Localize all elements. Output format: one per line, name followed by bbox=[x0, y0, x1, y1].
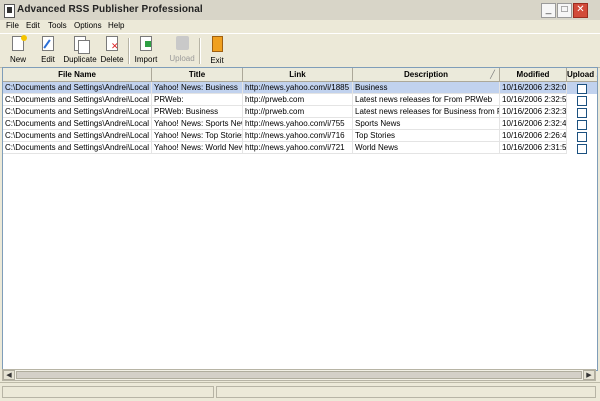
upload-button[interactable]: Upload bbox=[166, 36, 198, 66]
cell-modified: 10/16/2006 2:32:44 A bbox=[500, 118, 567, 130]
table-row[interactable]: C:\Documents and Settings\Andrei\Local S… bbox=[3, 94, 597, 106]
cell-title: Yahoo! News: Sports News bbox=[152, 118, 243, 130]
cell-link: http://news.yahoo.com/i/716 bbox=[243, 130, 353, 142]
cell-modified: 10/16/2006 2:26:46 A bbox=[500, 130, 567, 142]
cell-title: PRWeb: Business bbox=[152, 106, 243, 118]
cell-title: Yahoo! News: Top Stories bbox=[152, 130, 243, 142]
cell-link: http://prweb.com bbox=[243, 106, 353, 118]
menu-bar: File Edit Tools Options Help bbox=[0, 20, 600, 33]
maximize-button[interactable]: □ bbox=[557, 3, 572, 18]
app-icon bbox=[4, 4, 15, 18]
status-panel bbox=[216, 386, 596, 398]
new-label: New bbox=[9, 55, 26, 64]
column-upload[interactable]: Upload ... bbox=[567, 68, 597, 81]
cell-description: Top Stories bbox=[353, 130, 500, 142]
cell-file-name: C:\Documents and Settings\Andrei\Local S… bbox=[3, 142, 152, 154]
cell-modified: 10/16/2006 2:32:32 A bbox=[500, 106, 567, 118]
exit-icon bbox=[211, 36, 223, 52]
import-label: Import bbox=[134, 55, 158, 64]
menu-edit[interactable]: Edit bbox=[26, 21, 40, 30]
duplicate-label: Duplicate bbox=[63, 55, 97, 64]
menu-file[interactable]: File bbox=[6, 21, 19, 30]
sort-indicator-icon: ╱ bbox=[490, 70, 495, 79]
edit-document-icon bbox=[42, 36, 54, 51]
cell-title: PRWeb: bbox=[152, 94, 243, 106]
upload-checkbox[interactable] bbox=[577, 96, 587, 106]
cell-file-name: C:\Documents and Settings\Andrei\Local S… bbox=[3, 94, 152, 106]
new-button[interactable]: New bbox=[2, 35, 34, 66]
column-description[interactable]: Description ╱ bbox=[353, 68, 500, 81]
upload-checkbox[interactable] bbox=[577, 132, 587, 142]
status-bar bbox=[0, 382, 600, 401]
cell-description: Business bbox=[353, 82, 500, 94]
edit-button[interactable]: Edit bbox=[32, 36, 64, 66]
column-modified[interactable]: Modified bbox=[500, 68, 567, 81]
title-bar: Advanced RSS Publisher Professional _ □ … bbox=[0, 0, 600, 21]
delete-button[interactable]: Delete bbox=[96, 36, 128, 66]
cell-description: Sports News bbox=[353, 118, 500, 130]
duplicate-icon bbox=[74, 36, 90, 54]
horizontal-scrollbar[interactable]: ◀ ▶ bbox=[2, 369, 596, 381]
cell-link: http://prweb.com bbox=[243, 94, 353, 106]
cell-description: Latest news releases for From PRWeb bbox=[353, 94, 500, 106]
upload-checkbox[interactable] bbox=[577, 108, 587, 118]
cell-title: Yahoo! News: World News bbox=[152, 142, 243, 154]
column-file-name[interactable]: File Name bbox=[3, 68, 152, 81]
edit-label: Edit bbox=[41, 55, 55, 64]
cell-link: http://news.yahoo.com/i/755 bbox=[243, 118, 353, 130]
cell-modified: 10/16/2006 2:31:52 A bbox=[500, 142, 567, 154]
duplicate-button[interactable]: Duplicate bbox=[62, 36, 98, 66]
column-description-label: Description bbox=[403, 70, 448, 79]
column-title[interactable]: Title bbox=[152, 68, 243, 81]
exit-label: Exit bbox=[210, 56, 224, 65]
delete-label: Delete bbox=[100, 55, 124, 64]
upload-icon bbox=[175, 36, 189, 50]
close-button[interactable]: ✕ bbox=[573, 3, 588, 18]
table-header: File Name Title Link Description ╱ Modif… bbox=[3, 68, 597, 82]
status-panel bbox=[2, 386, 214, 398]
menu-tools[interactable]: Tools bbox=[48, 21, 67, 30]
cell-link: http://news.yahoo.com/i/721 bbox=[243, 142, 353, 154]
cell-link: http://news.yahoo.com/i/1885 bbox=[243, 82, 353, 94]
cell-file-name: C:\Documents and Settings\Andrei\Local S… bbox=[3, 118, 152, 130]
menu-help[interactable]: Help bbox=[108, 21, 124, 30]
feed-list[interactable]: File Name Title Link Description ╱ Modif… bbox=[2, 67, 598, 371]
table-row[interactable]: C:\Documents and Settings\Andrei\Local S… bbox=[3, 130, 597, 142]
import-button[interactable]: Import bbox=[130, 36, 162, 66]
window-title: Advanced RSS Publisher Professional bbox=[17, 4, 203, 15]
scroll-right-button[interactable]: ▶ bbox=[583, 370, 595, 380]
new-document-icon bbox=[12, 35, 27, 51]
import-icon bbox=[140, 36, 152, 51]
cell-modified: 10/16/2006 2:32:04 A bbox=[500, 82, 567, 94]
menu-options[interactable]: Options bbox=[74, 21, 102, 30]
scrollbar-thumb[interactable] bbox=[16, 371, 582, 379]
table-row[interactable]: C:\Documents and Settings\Andrei\Local S… bbox=[3, 106, 597, 118]
table-row[interactable]: C:\Documents and Settings\Andrei\Local S… bbox=[3, 142, 597, 154]
scroll-left-button[interactable]: ◀ bbox=[3, 370, 15, 380]
upload-checkbox[interactable] bbox=[577, 84, 587, 94]
cell-file-name: C:\Documents and Settings\Andrei\Local S… bbox=[3, 106, 152, 118]
column-link[interactable]: Link bbox=[243, 68, 353, 81]
minimize-button[interactable]: _ bbox=[541, 3, 556, 18]
cell-file-name: C:\Documents and Settings\Andrei\Local S… bbox=[3, 82, 152, 94]
cell-file-name: C:\Documents and Settings\Andrei\Local S… bbox=[3, 130, 152, 142]
cell-modified: 10/16/2006 2:32:56 A bbox=[500, 94, 567, 106]
delete-icon bbox=[106, 36, 119, 52]
cell-description: Latest news releases for Business from P… bbox=[353, 106, 500, 118]
cell-title: Yahoo! News: Business bbox=[152, 82, 243, 94]
upload-checkbox[interactable] bbox=[577, 120, 587, 130]
table-row[interactable]: C:\Documents and Settings\Andrei\Local S… bbox=[3, 82, 597, 94]
cell-description: World News bbox=[353, 142, 500, 154]
table-row[interactable]: C:\Documents and Settings\Andrei\Local S… bbox=[3, 118, 597, 130]
exit-button[interactable]: Exit bbox=[201, 36, 233, 66]
toolbar: New Edit Duplicate Delete Import Upload … bbox=[0, 33, 600, 68]
upload-label: Upload bbox=[169, 54, 195, 63]
upload-checkbox[interactable] bbox=[577, 144, 587, 154]
